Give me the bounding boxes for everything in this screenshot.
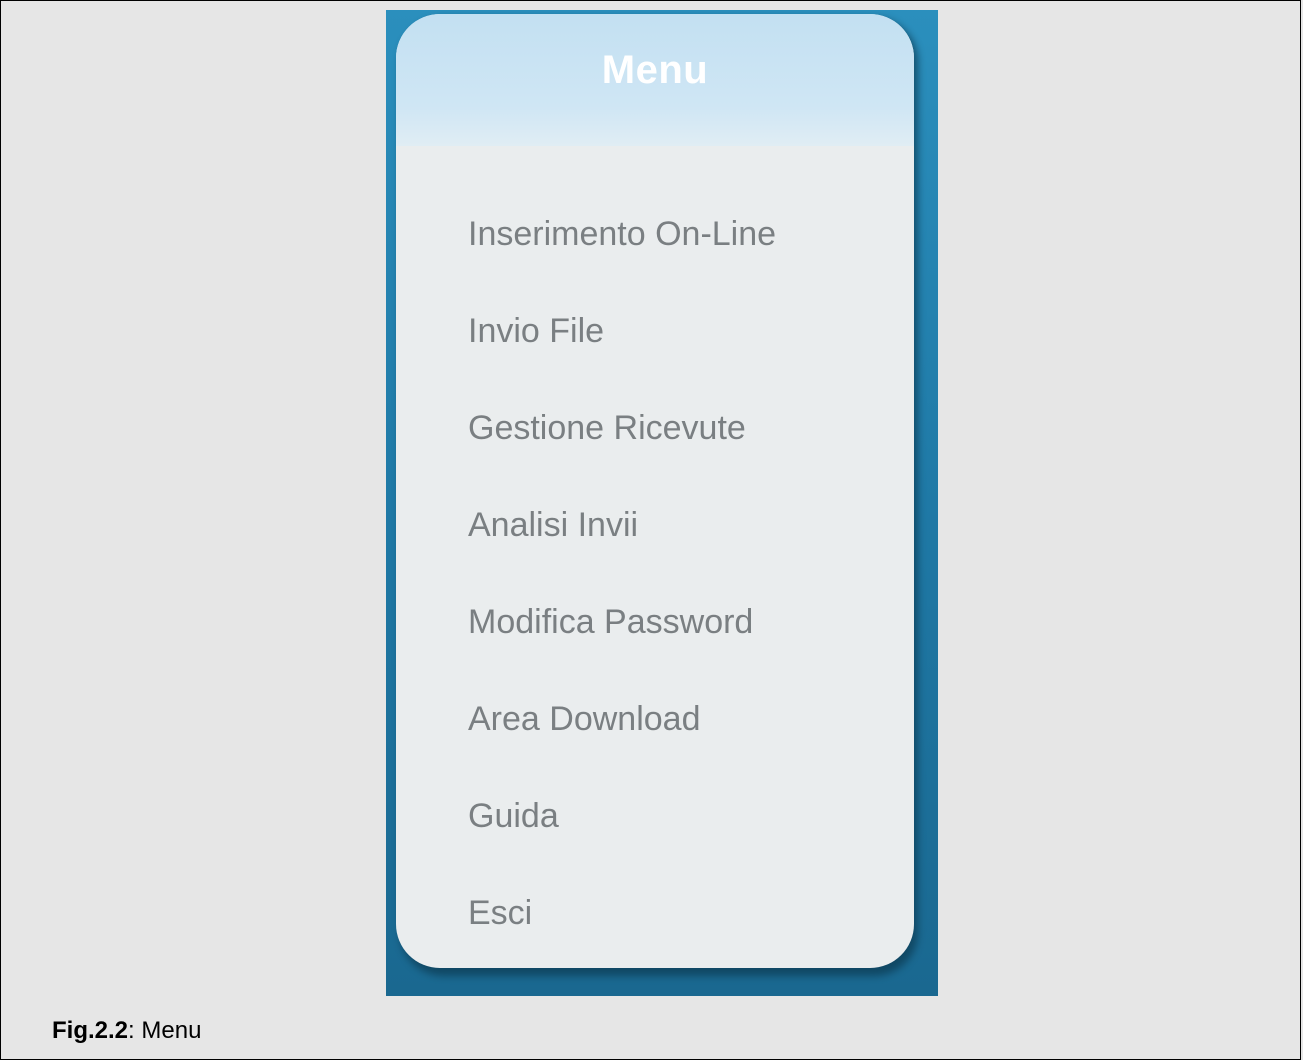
menu-link-inserimento-online[interactable]: Inserimento On-Line [468,214,776,254]
menu-link-gestione-ricevute[interactable]: Gestione Ricevute [468,408,746,448]
menu-item-analisi-invii: Analisi Invii [396,505,914,602]
menu-title: Menu [601,48,709,92]
menu-link-guida[interactable]: Guida [468,796,559,836]
figure-label: Fig.2.2 [52,1017,129,1044]
menu-link-area-download[interactable]: Area Download [468,699,700,739]
menu-item-esci: Esci [396,893,914,968]
menu-link-modifica-password[interactable]: Modifica Password [468,602,753,642]
caption-text: Menu [141,1017,202,1044]
caption-separator: : [128,1017,142,1044]
figure-frame: Menu Inserimento On-Line Invio File Gest… [0,0,1301,1060]
menu-item-area-download: Area Download [396,699,914,796]
menu-item-gestione-ricevute: Gestione Ricevute [396,408,914,505]
menu-panel: Menu Inserimento On-Line Invio File Gest… [396,14,914,968]
menu-link-invio-file[interactable]: Invio File [468,311,604,351]
figure-caption: Fig.2.2: Menu [52,1017,201,1045]
menu-header: Menu [396,14,914,146]
menu-item-inserimento-online: Inserimento On-Line [396,214,914,311]
menu-list: Inserimento On-Line Invio File Gestione … [396,146,914,968]
menu-item-invio-file: Invio File [396,311,914,408]
menu-item-guida: Guida [396,796,914,893]
menu-item-modifica-password: Modifica Password [396,602,914,699]
menu-link-esci[interactable]: Esci [468,893,532,933]
menu-link-analisi-invii[interactable]: Analisi Invii [468,505,638,545]
menu-screenshot: Menu Inserimento On-Line Invio File Gest… [386,10,938,996]
